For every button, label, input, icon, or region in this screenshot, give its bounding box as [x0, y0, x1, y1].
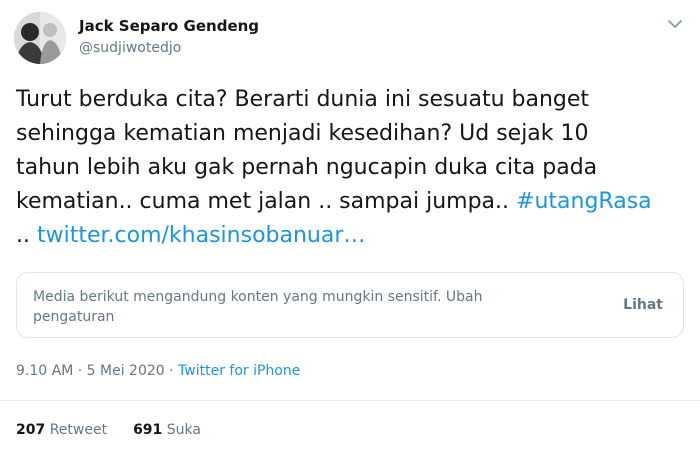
sensitive-message-text: Media berikut mengandung konten yang mun… — [33, 289, 442, 305]
tweet-line: sehingga kematian menjadi kesedihan? Ud … — [16, 121, 589, 146]
tweet-source-link[interactable]: Twitter for iPhone — [178, 363, 300, 379]
like-stat[interactable]: 691 Suka — [133, 422, 201, 438]
author-name[interactable]: Jack Separo Gendeng — [79, 17, 259, 35]
divider — [0, 400, 700, 401]
tweet-line: kematian.. cuma met jalan .. sampai jump… — [16, 185, 686, 219]
tweet-line: tahun lebih aku gak pernah ngucapin duka… — [16, 155, 598, 180]
retweet-label: Retweet — [49, 422, 108, 438]
tweet-date[interactable]: 5 Mei 2020 — [87, 363, 165, 379]
tweet-line: Turut berduka cita? Berarti dunia ini se… — [16, 87, 590, 112]
sensitive-media-notice: Media berikut mengandung konten yang mun… — [16, 272, 684, 338]
tweet-meta: 9.10 AM · 5 Mei 2020 · Twitter for iPhon… — [16, 363, 300, 379]
tweet-line: .. twitter.com/khasinsobanuar… — [16, 219, 686, 253]
tweet-stats: 207 Retweet 691 Suka — [16, 422, 201, 438]
tweet-time[interactable]: 9.10 AM — [16, 363, 73, 379]
sensitive-message: Media berikut mengandung konten yang mun… — [33, 287, 553, 327]
hashtag-link[interactable]: #utangRasa — [516, 189, 652, 214]
avatar[interactable] — [14, 12, 66, 64]
like-count: 691 — [133, 422, 163, 438]
chevron-down-icon[interactable] — [664, 14, 686, 34]
profile-photo — [14, 12, 66, 64]
view-button[interactable]: Lihat — [623, 297, 663, 313]
retweet-count: 207 — [16, 422, 46, 438]
tweet-text: Turut berduka cita? Berarti dunia ini se… — [16, 83, 686, 253]
author-handle[interactable]: @sudjiwotedjo — [79, 40, 181, 56]
like-label: Suka — [166, 422, 201, 438]
tweet-line-text: .. — [16, 223, 37, 248]
tweet-line-text: kematian.. cuma met jalan .. sampai jump… — [16, 189, 517, 214]
meta-separator: · — [164, 363, 179, 379]
retweet-stat[interactable]: 207 Retweet — [16, 422, 107, 438]
url-link[interactable]: twitter.com/khasinsobanuar… — [37, 223, 365, 248]
meta-separator: · — [73, 363, 87, 379]
